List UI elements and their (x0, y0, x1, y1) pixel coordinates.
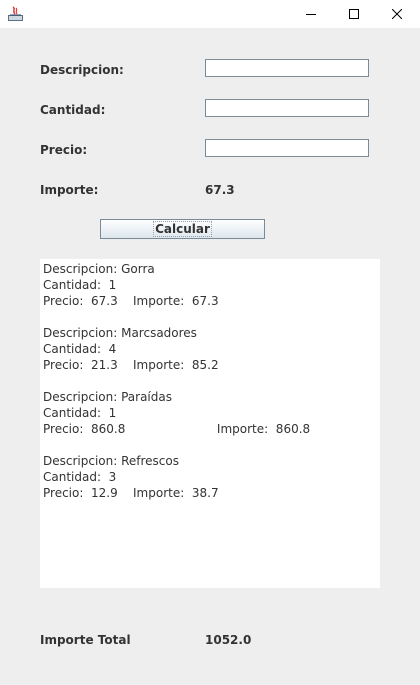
cantidad-label: Cantidad: (40, 103, 106, 117)
descripcion-field[interactable] (205, 59, 369, 77)
record: Descripcion: Paraídas Cantidad: 1 Precio… (43, 389, 377, 437)
calcular-button[interactable]: Calcular (100, 219, 265, 239)
descripcion-label: Descripcion: (40, 63, 124, 77)
record-precio-importe: Precio: 12.9 Importe: 38.7 (43, 486, 219, 500)
record: Descripcion: Refrescos Cantidad: 3 Preci… (43, 453, 377, 501)
record: Descripcion: Gorra Cantidad: 1 Precio: 6… (43, 261, 377, 309)
minimize-icon (306, 14, 316, 15)
record-cantidad: Cantidad: 3 (43, 470, 117, 484)
importe-value: 67.3 (205, 183, 235, 197)
record-cantidad: Cantidad: 1 (43, 406, 117, 420)
title-bar (0, 0, 420, 28)
cantidad-field[interactable] (205, 99, 369, 117)
record-precio-importe: Precio: 67.3 Importe: 67.3 (43, 294, 219, 308)
close-button[interactable] (374, 0, 420, 28)
record-precio-importe: Precio: 860.8 Importe: 860.8 (43, 422, 311, 436)
calcular-button-label: Calcular (153, 221, 212, 237)
close-icon (392, 9, 402, 19)
precio-field[interactable] (205, 139, 369, 157)
record-cantidad: Cantidad: 4 (43, 342, 117, 356)
record-descripcion: Descripcion: Gorra (43, 262, 155, 276)
maximize-icon (349, 9, 359, 19)
record-descripcion: Descripcion: Paraídas (43, 390, 172, 404)
importe-total-value: 1052.0 (205, 633, 252, 647)
record-descripcion: Descripcion: Refrescos (43, 454, 179, 468)
java-icon[interactable] (7, 5, 24, 22)
maximize-button[interactable] (331, 0, 377, 28)
record-descripcion: Descripcion: Marcsadores (43, 326, 197, 340)
record-cantidad: Cantidad: 1 (43, 278, 117, 292)
record-precio-importe: Precio: 21.3 Importe: 85.2 (43, 358, 219, 372)
record: Descripcion: Marcsadores Cantidad: 4 Pre… (43, 325, 377, 373)
precio-label: Precio: (40, 143, 88, 157)
minimize-button[interactable] (288, 0, 334, 28)
importe-total-label: Importe Total (40, 633, 131, 647)
importe-label: Importe: (40, 183, 99, 197)
output-text-area[interactable]: Descripcion: Gorra Cantidad: 1 Precio: 6… (40, 259, 380, 588)
